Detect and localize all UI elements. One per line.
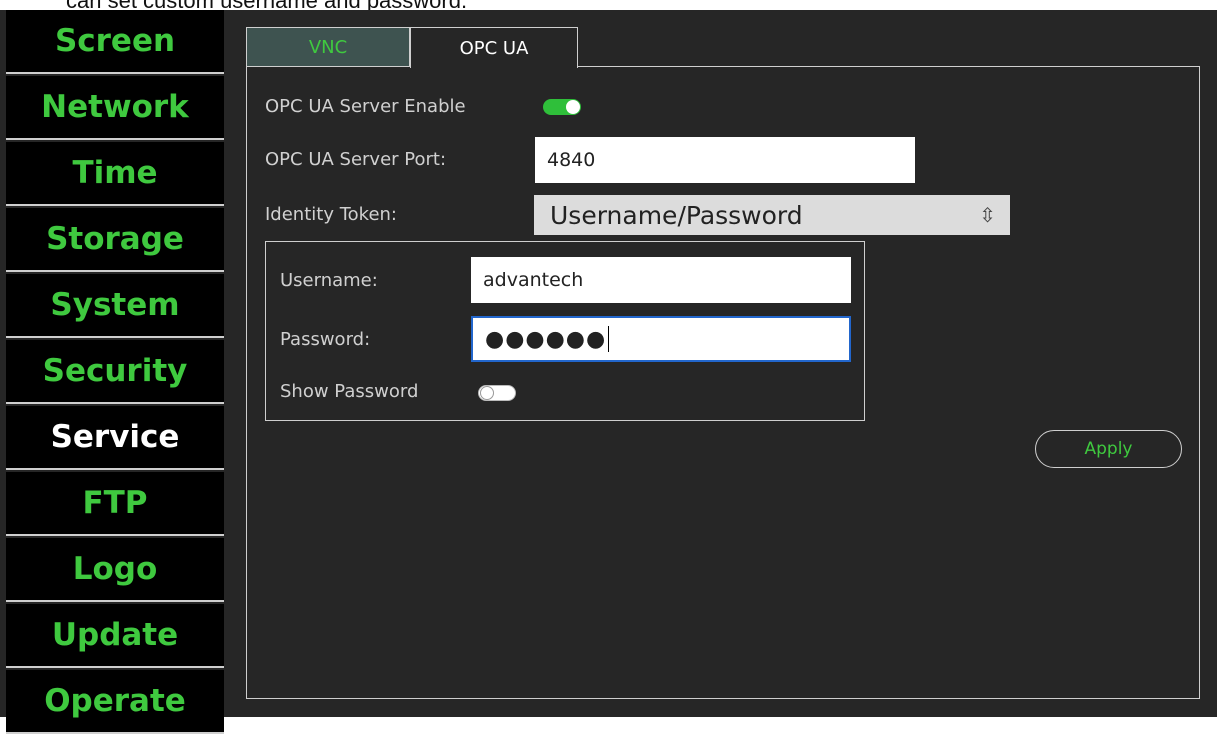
- sidebar-item-system[interactable]: System: [6, 274, 224, 338]
- identity-token-select[interactable]: Username/Password ⇳: [534, 195, 1010, 235]
- sidebar: Screen Network Time Storage System Secur…: [6, 10, 224, 734]
- username-label: Username:: [280, 270, 378, 291]
- tab-vnc[interactable]: VNC: [246, 27, 410, 67]
- username-value: advantech: [483, 269, 584, 291]
- server-port-value: 4840: [547, 149, 596, 171]
- sidebar-item-logo[interactable]: Logo: [6, 538, 224, 602]
- updown-chevron-icon: ⇳: [979, 203, 996, 227]
- identity-token-value: Username/Password: [550, 200, 803, 230]
- show-password-label: Show Password: [280, 381, 419, 402]
- sidebar-item-network[interactable]: Network: [6, 76, 224, 140]
- sidebar-item-service[interactable]: Service: [6, 406, 224, 470]
- server-port-input[interactable]: 4840: [535, 137, 915, 183]
- server-enable-toggle[interactable]: [543, 99, 581, 115]
- password-input[interactable]: ●●●●●●: [471, 316, 851, 362]
- password-masked-value: ●●●●●●: [485, 326, 607, 352]
- server-enable-label: OPC UA Server Enable: [265, 96, 466, 117]
- tab-opc-ua[interactable]: OPC UA: [410, 27, 578, 68]
- server-port-label: OPC UA Server Port:: [265, 149, 447, 170]
- sidebar-item-time[interactable]: Time: [6, 142, 224, 206]
- apply-button[interactable]: Apply: [1035, 430, 1182, 468]
- password-label: Password:: [280, 329, 371, 350]
- sidebar-item-operate[interactable]: Operate: [6, 670, 224, 734]
- sidebar-item-screen[interactable]: Screen: [6, 10, 224, 74]
- sidebar-item-storage[interactable]: Storage: [6, 208, 224, 272]
- sidebar-item-update[interactable]: Update: [6, 604, 224, 668]
- show-password-toggle[interactable]: [478, 385, 516, 401]
- toggle-knob: [566, 100, 580, 114]
- text-cursor: [608, 326, 610, 352]
- sidebar-item-security[interactable]: Security: [6, 340, 224, 404]
- username-input[interactable]: advantech: [471, 257, 851, 303]
- sidebar-item-ftp[interactable]: FTP: [6, 472, 224, 536]
- identity-token-label: Identity Token:: [265, 204, 397, 225]
- toggle-knob: [480, 386, 494, 400]
